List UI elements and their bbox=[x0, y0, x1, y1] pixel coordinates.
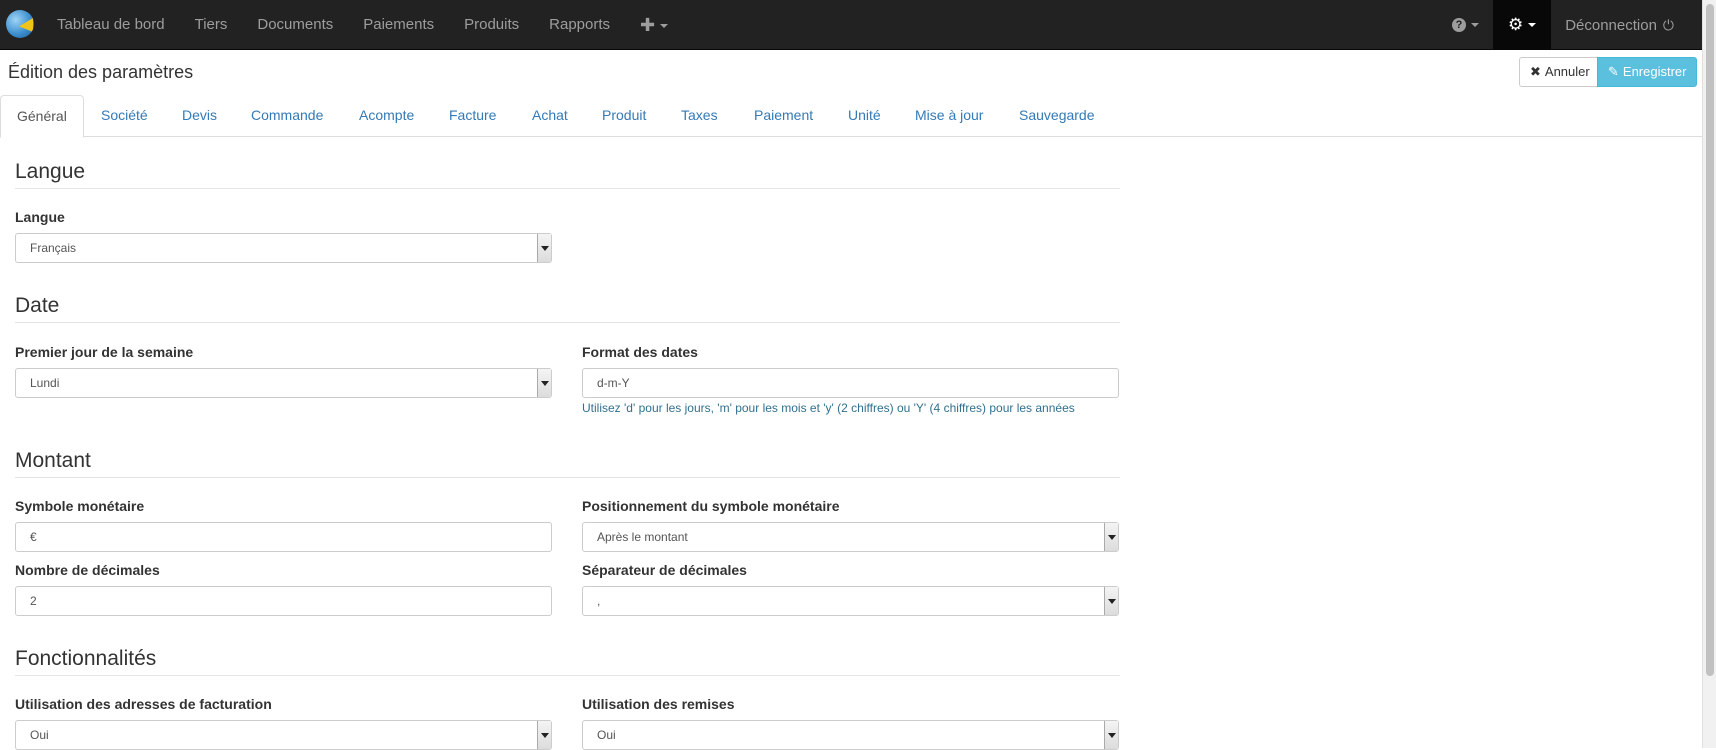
gear-icon: ⚙ bbox=[1507, 15, 1524, 35]
section-title-langue: Langue bbox=[15, 160, 1120, 189]
currency-position-select[interactable]: Après le montant bbox=[582, 522, 1119, 552]
date-format-input[interactable]: d-m-Y bbox=[582, 368, 1119, 398]
plus-icon: ✚ bbox=[640, 15, 656, 35]
discounts-select-value: Oui bbox=[597, 728, 616, 742]
tab-taxes[interactable]: Taxes bbox=[665, 95, 734, 137]
tab-devis[interactable]: Devis bbox=[166, 95, 233, 137]
date-format-input-value: d-m-Y bbox=[597, 376, 630, 390]
logout-link[interactable]: Déconnection ⏻ bbox=[1551, 0, 1688, 50]
nav-item-paiements[interactable]: Paiements bbox=[348, 0, 449, 50]
discounts-label: Utilisation des remises bbox=[582, 696, 735, 712]
settings-dropdown[interactable]: ⚙ bbox=[1492, 0, 1552, 50]
tab-produit[interactable]: Produit bbox=[586, 95, 662, 137]
discounts-select[interactable]: Oui bbox=[582, 720, 1119, 750]
edit-icon: ✎ bbox=[1608, 64, 1619, 79]
nav-item-produits[interactable]: Produits bbox=[449, 0, 534, 50]
decimals-label: Nombre de décimales bbox=[15, 562, 160, 578]
pie-chart-logo-icon[interactable] bbox=[6, 10, 34, 38]
tab-facture[interactable]: Facture bbox=[433, 95, 512, 137]
decimal-separator-label: Séparateur de décimales bbox=[582, 562, 747, 578]
cancel-label: Annuler bbox=[1544, 64, 1590, 79]
first-day-label: Premier jour de la semaine bbox=[15, 344, 194, 360]
chevron-down-icon bbox=[537, 721, 551, 749]
date-format-help: Utilisez 'd' pour les jours, 'm' pour le… bbox=[582, 401, 1075, 415]
tab-paiement[interactable]: Paiement bbox=[738, 95, 829, 137]
language-select-value: Français bbox=[30, 241, 77, 255]
section-title-date: Date bbox=[15, 294, 1120, 323]
logout-label: Déconnection bbox=[1565, 17, 1657, 34]
tab-acompte[interactable]: Acompte bbox=[343, 95, 430, 137]
question-circle-icon: ? bbox=[1451, 18, 1466, 33]
tab-general[interactable]: Général bbox=[0, 95, 84, 138]
currency-symbol-input-value: € bbox=[30, 530, 37, 544]
nav-item-tableau-de-bord[interactable]: Tableau de bord bbox=[42, 0, 180, 50]
tab-societe[interactable]: Société bbox=[85, 95, 164, 137]
settings-tabs: Général Société Devis Commande Acompte F… bbox=[0, 95, 1702, 138]
top-navbar: Tableau de bord Tiers Documents Paiement… bbox=[0, 0, 1702, 50]
nav-item-tiers[interactable]: Tiers bbox=[180, 0, 243, 50]
decimal-separator-select[interactable]: , bbox=[582, 586, 1119, 616]
scrollbar-thumb[interactable] bbox=[1706, 4, 1714, 676]
chevron-down-icon bbox=[537, 234, 551, 262]
date-format-label: Format des dates bbox=[582, 344, 698, 360]
user-menu: ? ⚙ Déconnection ⏻ bbox=[1438, 0, 1688, 50]
decimals-input[interactable]: 2 bbox=[15, 586, 552, 616]
close-icon: ✖ bbox=[1530, 64, 1541, 79]
tab-sauvegarde[interactable]: Sauvegarde bbox=[1003, 95, 1111, 137]
currency-symbol-input[interactable]: € bbox=[15, 522, 552, 552]
tab-commande[interactable]: Commande bbox=[235, 95, 339, 137]
page-title: Édition des paramètres bbox=[8, 62, 194, 82]
tab-achat[interactable]: Achat bbox=[516, 95, 584, 137]
vertical-scrollbar[interactable] bbox=[1702, 0, 1716, 748]
cancel-button[interactable]: ✖ Annuler bbox=[1519, 57, 1601, 87]
caret-down-icon bbox=[1470, 23, 1479, 28]
tab-mise-a-jour[interactable]: Mise à jour bbox=[899, 95, 999, 137]
chevron-down-icon bbox=[1104, 721, 1118, 749]
section-title-fonctionnalites: Fonctionnalités bbox=[15, 647, 1120, 676]
language-label: Langue bbox=[15, 209, 65, 225]
billing-addresses-select-value: Oui bbox=[30, 728, 49, 742]
save-button[interactable]: ✎ Enregistrer bbox=[1597, 57, 1698, 87]
first-day-select[interactable]: Lundi bbox=[15, 368, 552, 398]
first-day-select-value: Lundi bbox=[30, 376, 60, 390]
currency-position-label: Positionnement du symbole monétaire bbox=[582, 498, 840, 514]
chevron-down-icon bbox=[1104, 523, 1118, 551]
main-menu: Tableau de bord Tiers Documents Paiement… bbox=[42, 0, 683, 50]
caret-down-icon bbox=[660, 24, 669, 29]
decimals-input-value: 2 bbox=[30, 594, 37, 608]
nav-item-documents[interactable]: Documents bbox=[242, 0, 348, 50]
tab-unite[interactable]: Unité bbox=[832, 95, 897, 137]
section-title-montant: Montant bbox=[15, 449, 1120, 478]
language-select[interactable]: Français bbox=[15, 233, 552, 263]
billing-addresses-select[interactable]: Oui bbox=[15, 720, 552, 750]
decimal-separator-select-value: , bbox=[597, 594, 601, 608]
power-icon: ⏻ bbox=[1662, 17, 1674, 33]
currency-symbol-label: Symbole monétaire bbox=[15, 498, 145, 514]
chevron-down-icon bbox=[537, 369, 551, 397]
chevron-down-icon bbox=[1104, 587, 1118, 615]
currency-position-select-value: Après le montant bbox=[597, 530, 688, 544]
add-menu-dropdown[interactable]: ✚ bbox=[625, 0, 683, 50]
help-dropdown[interactable]: ? bbox=[1438, 0, 1493, 50]
caret-down-icon bbox=[1528, 23, 1537, 28]
billing-addresses-label: Utilisation des adresses de facturation bbox=[15, 696, 272, 712]
nav-item-rapports[interactable]: Rapports bbox=[534, 0, 625, 50]
save-label: Enregistrer bbox=[1622, 64, 1687, 79]
